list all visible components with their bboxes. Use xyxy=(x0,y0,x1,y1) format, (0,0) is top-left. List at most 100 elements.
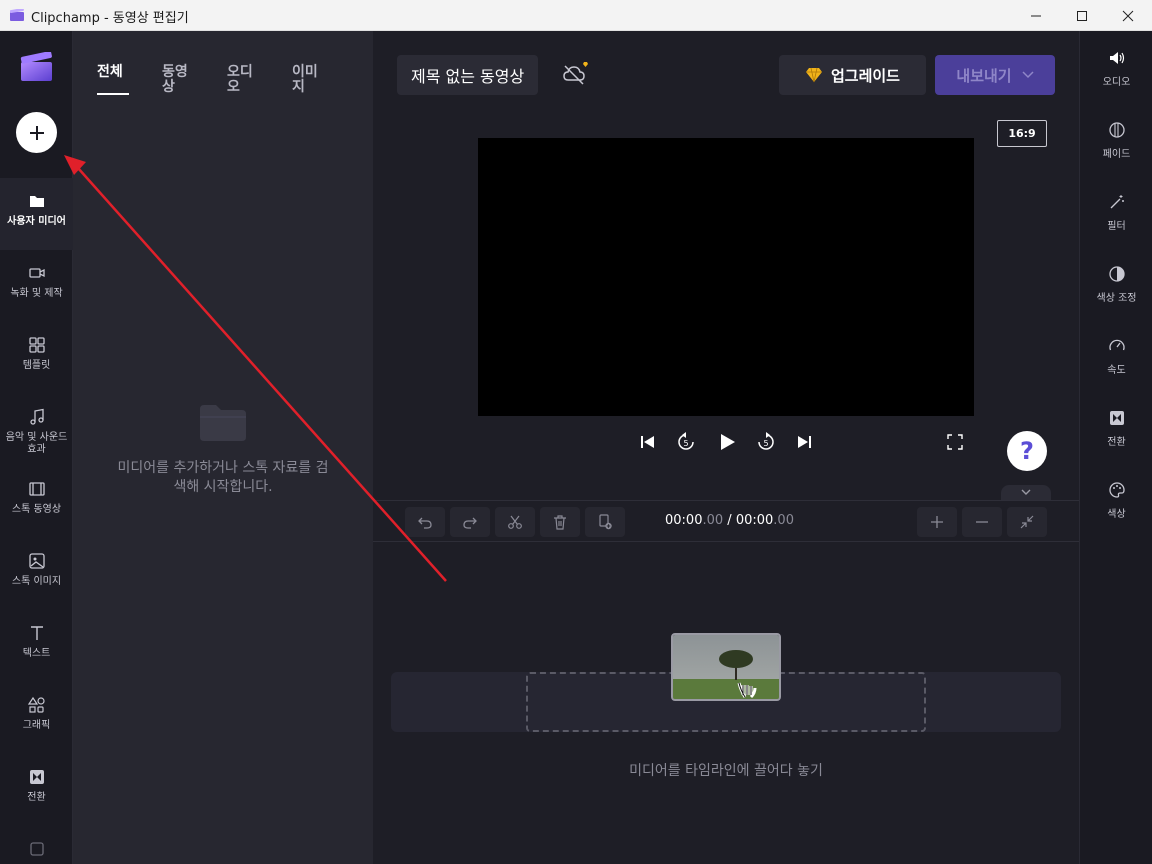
nav-music-sfx[interactable]: 음악 및 사운드 효과 xyxy=(0,394,73,466)
export-label: 내보내기 xyxy=(956,66,1012,85)
prop-speed[interactable]: 속도 xyxy=(1080,319,1152,391)
prop-fade[interactable]: 페이드 xyxy=(1080,103,1152,175)
transition-icon xyxy=(29,770,44,784)
preview-area: 제목 없는 동영상 업그레이드 내보내기 16:9 5 5 ? xyxy=(373,31,1079,500)
template-icon xyxy=(28,337,45,353)
nav-stock-video[interactable]: 스톡 동영상 xyxy=(0,466,73,538)
nav-stock-images[interactable]: 스톡 이미지 xyxy=(0,538,73,610)
folder-icon xyxy=(29,196,44,207)
brand-kit-icon xyxy=(29,842,44,856)
upgrade-label: 업그레이드 xyxy=(830,66,900,85)
nav-label: 스톡 이미지 xyxy=(11,576,62,587)
prop-transition[interactable]: 전환 xyxy=(1080,391,1152,463)
fit-timeline-button[interactable] xyxy=(1007,507,1047,537)
undo-icon xyxy=(418,517,432,529)
skip-to-start-button[interactable] xyxy=(636,430,660,454)
upgrade-button[interactable]: 업그레이드 xyxy=(779,55,926,95)
collapse-arrows-icon xyxy=(1020,515,1034,529)
forward-5-icon: 5 xyxy=(758,432,774,450)
maximize-button[interactable] xyxy=(1059,0,1105,31)
skip-to-end-button[interactable] xyxy=(792,430,816,454)
minimize-button[interactable] xyxy=(1013,0,1059,31)
prop-label: 속도 xyxy=(1107,365,1126,376)
fullscreen-button[interactable] xyxy=(943,430,967,454)
total-time-fraction: .00 xyxy=(773,513,794,528)
help-button[interactable]: ? xyxy=(1007,431,1047,471)
fullscreen-icon xyxy=(947,434,963,450)
cloud-off-icon[interactable] xyxy=(561,61,589,89)
split-button[interactable] xyxy=(495,507,535,537)
nav-your-media[interactable]: 사용자 미디어 xyxy=(0,178,73,250)
prop-color[interactable]: 색상 xyxy=(1080,463,1152,535)
media-tabs: 전체 동영상 오디오 이미지 xyxy=(97,65,357,95)
aspect-ratio-button[interactable]: 16:9 xyxy=(997,120,1047,147)
prop-audio[interactable]: 오디오 xyxy=(1080,31,1152,103)
undo-button[interactable] xyxy=(405,507,445,537)
play-button[interactable] xyxy=(715,430,739,454)
time-separator: / xyxy=(727,513,732,528)
nav-label: 사용자 미디어 xyxy=(7,216,66,227)
nav-label: 텍스트 xyxy=(22,648,51,659)
nav-more[interactable] xyxy=(0,826,73,864)
tree-thumbnail-image xyxy=(673,635,779,699)
contrast-icon xyxy=(1108,266,1125,282)
tab-audio[interactable]: 오디오 xyxy=(227,65,259,95)
zoom-out-button[interactable] xyxy=(962,507,1002,537)
export-button[interactable]: 내보내기 xyxy=(935,55,1055,95)
collapse-preview-toggle[interactable] xyxy=(1001,485,1051,500)
forward-5-button[interactable]: 5 xyxy=(754,430,778,454)
play-icon xyxy=(721,434,735,450)
window-title: Clipchamp - 동영상 편집기 xyxy=(31,11,189,26)
maximize-icon xyxy=(1077,10,1087,21)
music-icon xyxy=(29,408,44,425)
redo-button[interactable] xyxy=(450,507,490,537)
add-media-button[interactable] xyxy=(16,112,57,153)
delete-button[interactable] xyxy=(540,507,580,537)
minus-icon xyxy=(976,521,988,523)
image-icon xyxy=(28,553,45,569)
nav-graphics[interactable]: 그래픽 xyxy=(0,682,73,754)
rewind-5-icon: 5 xyxy=(678,432,694,450)
svg-text:5: 5 xyxy=(763,439,768,448)
prop-label: 오디오 xyxy=(1102,77,1131,88)
prop-label: 전환 xyxy=(1107,437,1126,448)
video-preview-canvas xyxy=(478,138,974,416)
camera-icon xyxy=(28,268,45,278)
title-bar: Clipchamp - 동영상 편집기 xyxy=(0,0,1152,31)
nav-record-create[interactable]: 녹화 및 제작 xyxy=(0,250,73,322)
transition-icon xyxy=(1109,411,1124,425)
fade-icon xyxy=(1108,122,1125,138)
magic-wand-icon xyxy=(1110,195,1124,209)
clipchamp-app-icon xyxy=(10,9,24,21)
project-title[interactable]: 제목 없는 동영상 xyxy=(397,55,539,95)
skip-back-icon xyxy=(641,436,654,448)
timeline-toolbar: 00:00.00 / 00:00.00 xyxy=(373,500,1079,542)
trash-icon xyxy=(554,515,566,530)
prop-color-adjust[interactable]: 색상 조정 xyxy=(1080,247,1152,319)
question-mark-icon: ? xyxy=(1020,437,1034,465)
chevron-down-icon xyxy=(1021,489,1031,495)
rewind-5-button[interactable]: 5 xyxy=(674,430,698,454)
nav-label: 녹화 및 제작 xyxy=(10,288,63,299)
speaker-icon xyxy=(1109,52,1124,64)
timeline-area: 미디어를 타임라인에 끌어다 놓기 xyxy=(373,542,1079,864)
total-time: 00:00 xyxy=(735,513,774,528)
nav-text[interactable]: 텍스트 xyxy=(0,610,73,682)
tab-all[interactable]: 전체 xyxy=(97,65,129,95)
left-navigation: 사용자 미디어 녹화 및 제작 템플릿 음악 및 사운드 효과 스톡 동영상 스… xyxy=(0,31,73,864)
shapes-icon xyxy=(27,696,45,713)
nav-templates[interactable]: 템플릿 xyxy=(0,322,73,394)
timecode-display: 00:00.00 / 00:00.00 xyxy=(665,513,794,528)
prop-label: 페이드 xyxy=(1102,149,1131,160)
nav-transitions[interactable]: 전환 xyxy=(0,754,73,826)
text-icon xyxy=(30,626,43,640)
zoom-in-button[interactable] xyxy=(917,507,957,537)
plus-icon xyxy=(29,125,44,140)
nav-label: 템플릿 xyxy=(22,360,51,371)
duplicate-button[interactable] xyxy=(585,507,625,537)
close-button[interactable] xyxy=(1105,0,1151,31)
properties-panel: 오디오 페이드 필터 색상 조정 속도 전환 색상 xyxy=(1079,31,1152,864)
tab-video[interactable]: 동영상 xyxy=(162,65,194,95)
prop-filters[interactable]: 필터 xyxy=(1080,175,1152,247)
tab-images[interactable]: 이미지 xyxy=(292,65,324,95)
